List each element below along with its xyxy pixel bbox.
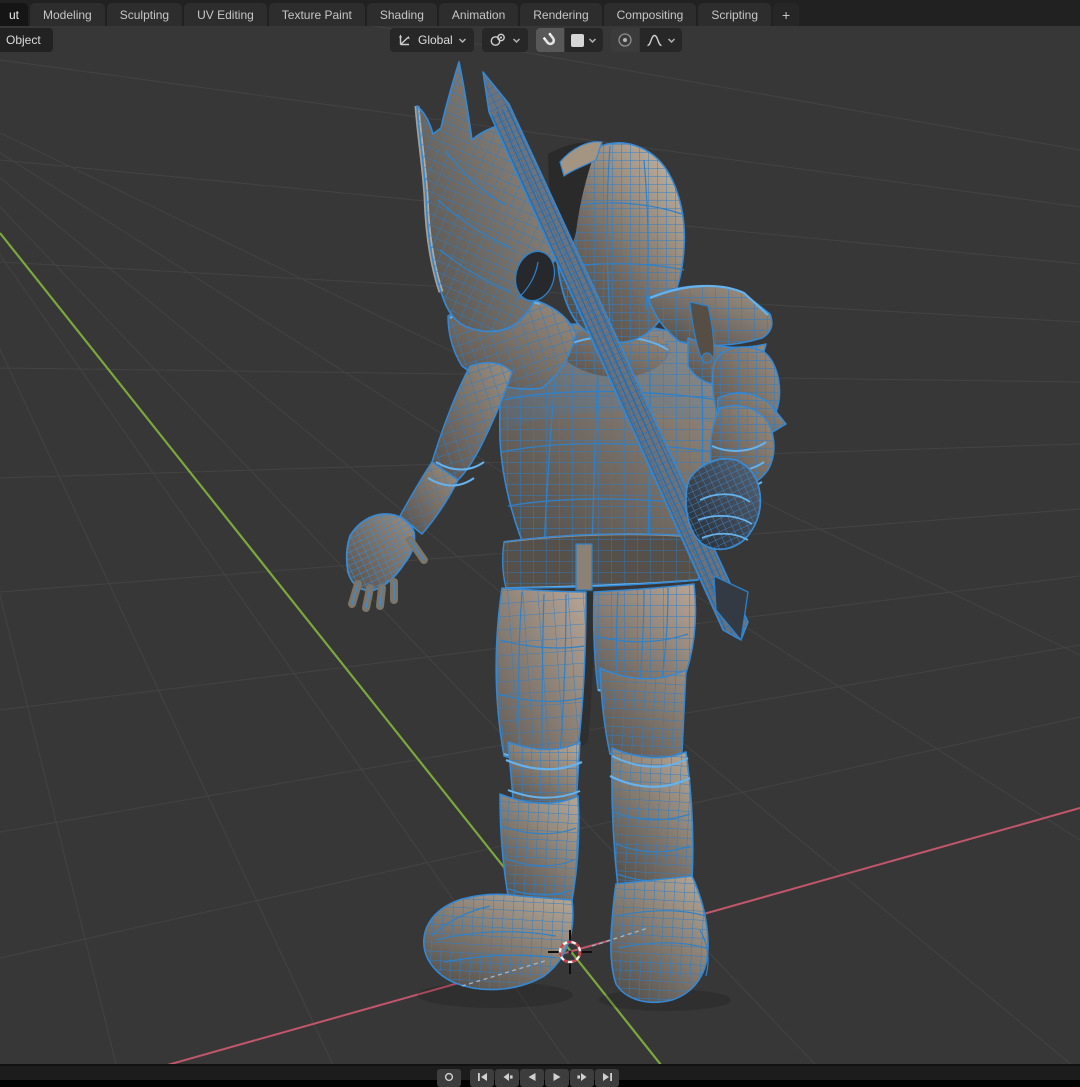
workspace-tab-texture-paint[interactable]: Texture Paint — [268, 3, 365, 26]
proportional-radius-icon — [618, 33, 632, 47]
prev-keyframe-icon — [503, 1073, 513, 1081]
tab-label: Scripting — [711, 7, 759, 22]
snap-target-square-icon — [570, 33, 584, 47]
falloff-curve-icon — [646, 34, 662, 46]
strap-buckle — [701, 352, 713, 364]
play-icon — [553, 1073, 561, 1081]
jump-to-start-button[interactable] — [470, 1069, 494, 1087]
transform-orientation-dropdown[interactable]: Global — [390, 28, 474, 52]
workspace-tab-modeling[interactable]: Modeling — [30, 3, 105, 26]
tab-label: Texture Paint — [281, 7, 352, 22]
workspace-tab-scripting[interactable]: Scripting — [698, 3, 772, 26]
snapping-controls — [535, 28, 603, 52]
tab-label: Sculpting — [119, 7, 170, 22]
tab-label: Rendering — [533, 7, 589, 22]
workspace-tab-shading[interactable]: Shading — [366, 3, 437, 26]
chevron-down-icon — [458, 37, 466, 43]
tab-label: Compositing — [616, 7, 684, 22]
workspace-tab-layout[interactable]: ut — [0, 3, 29, 26]
previous-keyframe-button[interactable] — [495, 1069, 519, 1087]
jump-to-end-button[interactable] — [595, 1069, 619, 1087]
chevron-down-icon — [512, 37, 520, 43]
3d-viewport[interactable] — [0, 0, 1080, 1080]
pivot-point-dropdown[interactable] — [481, 28, 528, 52]
plus-icon: + — [782, 6, 791, 23]
belt — [501, 533, 703, 591]
workspace-tab-animation[interactable]: Animation — [438, 3, 519, 26]
belt-strap — [576, 544, 592, 590]
jump-end-icon — [602, 1073, 612, 1081]
mode-label: Object — [6, 33, 41, 47]
tab-label: Shading — [379, 7, 424, 22]
snap-toggle-button[interactable] — [535, 28, 564, 52]
proportional-editing-toggle[interactable] — [610, 28, 639, 52]
workspace-tab-compositing[interactable]: Compositing — [603, 3, 697, 26]
tab-label: UV Editing — [197, 7, 254, 22]
magnet-icon — [542, 32, 555, 46]
pivot-point-icon — [490, 33, 505, 46]
timeline-playback-bar — [0, 1064, 1080, 1087]
workspace-tab-bar: ut Modeling Sculpting UV Editing Texture… — [0, 0, 1080, 26]
workspace-tab-uv-editing[interactable]: UV Editing — [184, 3, 267, 26]
auto-keying-button[interactable] — [437, 1069, 461, 1087]
play-reverse-icon — [528, 1073, 536, 1081]
tab-label: Modeling — [43, 7, 92, 22]
workspace-tab-sculpting[interactable]: Sculpting — [106, 3, 183, 26]
orientation-label: Global — [418, 33, 453, 47]
snap-settings-dropdown[interactable] — [564, 28, 603, 52]
mode-dropdown[interactable]: Object — [0, 28, 53, 52]
chevron-down-icon — [588, 37, 596, 43]
tab-label: ut — [9, 7, 20, 22]
right-thigh — [599, 667, 687, 763]
jump-start-icon — [477, 1073, 487, 1081]
transform-tools: Global — [390, 28, 682, 52]
play-button[interactable] — [545, 1069, 569, 1087]
proportional-falloff-dropdown[interactable] — [639, 28, 682, 52]
next-keyframe-button[interactable] — [570, 1069, 594, 1087]
tab-label: Animation — [451, 7, 506, 22]
add-workspace-button[interactable]: + — [773, 3, 800, 26]
record-circle-icon — [444, 1072, 454, 1082]
next-keyframe-icon — [576, 1073, 586, 1081]
workspace-tab-rendering[interactable]: Rendering — [520, 3, 602, 26]
proportional-editing-controls — [610, 28, 682, 52]
play-reverse-button[interactable] — [520, 1069, 544, 1087]
chevron-down-icon — [667, 37, 675, 43]
orientation-axes-icon — [399, 34, 410, 46]
